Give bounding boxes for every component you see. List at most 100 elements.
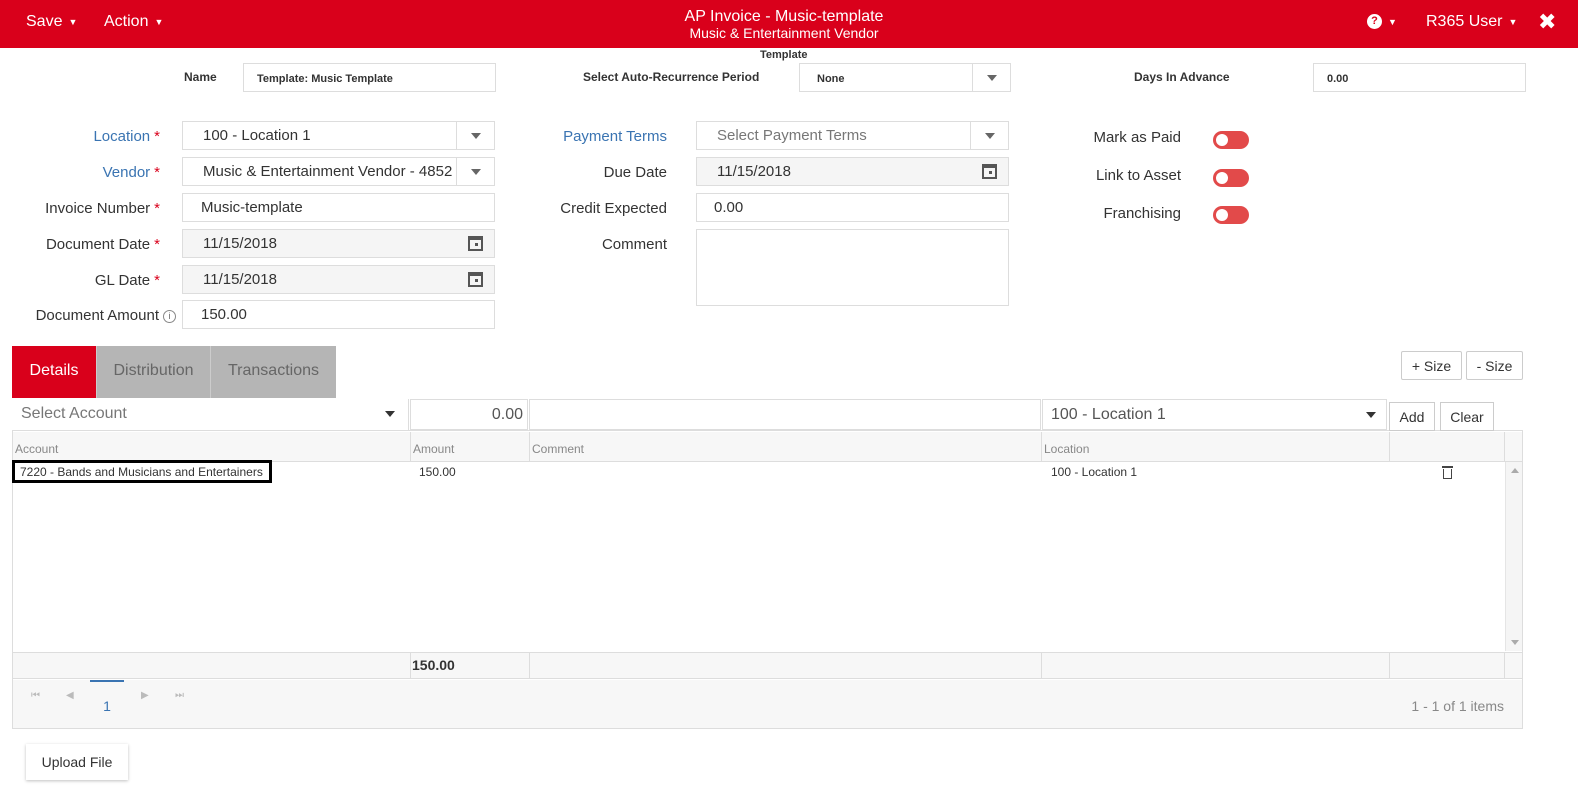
chevron-down-icon[interactable] — [972, 64, 1010, 91]
mark-as-paid-label: Mark as Paid — [1093, 129, 1181, 146]
column-header-account[interactable]: Account — [15, 442, 58, 456]
payment-terms-select[interactable]: Select Payment Terms — [696, 121, 1009, 150]
size-increase-button[interactable]: + Size — [1401, 351, 1462, 380]
page-title-sub: Music & Entertainment Vendor — [689, 25, 879, 41]
document-date-input[interactable]: 11/15/2018 — [182, 229, 495, 258]
grid-total-row: 150.00 — [13, 652, 1522, 679]
template-name-label: Name — [184, 70, 217, 84]
last-page-icon[interactable]: ⏭ — [175, 690, 184, 701]
required-mark: * — [154, 272, 160, 289]
column-divider — [410, 432, 411, 462]
required-mark: * — [154, 236, 160, 253]
column-header-location[interactable]: Location — [1044, 442, 1089, 456]
chevron-down-icon[interactable] — [456, 122, 494, 149]
chevron-down-icon[interactable] — [385, 411, 395, 417]
chevron-down-icon[interactable] — [1366, 412, 1376, 418]
row-location-cell[interactable]: 100 - Location 1 — [1051, 465, 1137, 479]
franchising-toggle[interactable] — [1213, 206, 1249, 224]
info-icon[interactable]: i — [163, 309, 176, 323]
calendar-icon[interactable] — [982, 164, 997, 179]
grid-scrollbar[interactable] — [1505, 462, 1522, 651]
column-divider — [410, 653, 411, 678]
column-header-comment[interactable]: Comment — [532, 442, 584, 456]
recurrence-select[interactable]: None — [799, 63, 1011, 92]
document-date-label: Document Date * — [20, 236, 160, 253]
add-button[interactable]: Add — [1389, 402, 1435, 431]
days-in-advance-input[interactable]: 0.00 — [1313, 63, 1526, 92]
payment-terms-placeholder: Select Payment Terms — [717, 127, 867, 144]
location-label[interactable]: Location * — [60, 128, 160, 145]
document-amount-label-text: Document Amount — [35, 307, 159, 324]
invoice-number-input[interactable]: Music-template — [182, 193, 495, 222]
prev-page-icon[interactable]: ◀ — [66, 690, 74, 701]
link-to-asset-toggle[interactable] — [1213, 169, 1249, 187]
recurrence-label: Select Auto-Recurrence Period — [583, 70, 760, 84]
close-icon[interactable]: ✖ — [1538, 9, 1556, 35]
help-menu-button[interactable]: ? ▼ — [1367, 13, 1397, 31]
chevron-down-icon: ▼ — [1388, 16, 1397, 27]
column-divider — [1504, 432, 1505, 462]
top-bar: Save ▼ Action ▼ AP Invoice - Music-templat… — [0, 0, 1578, 48]
mark-as-paid-toggle[interactable] — [1213, 131, 1249, 149]
calendar-icon[interactable] — [468, 272, 483, 287]
comment-label: Comment — [601, 236, 667, 253]
location-label-text: Location — [93, 128, 151, 145]
row-account-cell[interactable]: 7220 - Bands and Musicians and Entertain… — [12, 460, 272, 483]
franchising-label: Franchising — [1103, 205, 1181, 222]
first-page-icon[interactable]: ⏮ — [31, 690, 40, 701]
comment-entry-input[interactable] — [529, 399, 1041, 430]
column-divider — [1041, 653, 1042, 678]
amount-entry-input[interactable]: 0.00 — [410, 399, 528, 430]
row-amount-cell[interactable]: 150.00 — [419, 465, 456, 479]
due-date-label: Due Date — [603, 164, 667, 181]
tab-distribution[interactable]: Distribution — [96, 346, 210, 398]
vendor-select[interactable]: Music & Entertainment Vendor - 4852 — [182, 157, 495, 186]
gl-date-input[interactable]: 11/15/2018 — [182, 265, 495, 294]
tab-details[interactable]: Details — [12, 346, 96, 398]
upload-file-button[interactable]: Upload File — [26, 744, 128, 780]
recurrence-value: None — [817, 73, 845, 85]
comment-textarea[interactable] — [696, 229, 1009, 306]
scroll-down-arrow[interactable] — [1511, 640, 1519, 645]
document-amount-input[interactable]: 150.00 — [182, 300, 495, 329]
trash-icon[interactable] — [1442, 466, 1453, 479]
next-page-icon[interactable]: ▶ — [141, 690, 149, 701]
gl-date-value: 11/15/2018 — [203, 271, 277, 288]
total-amount: 150.00 — [412, 657, 455, 673]
vendor-label-text: Vendor — [102, 164, 151, 181]
document-date-value: 11/15/2018 — [203, 235, 277, 252]
location-entry-value: 100 - Location 1 — [1051, 406, 1166, 423]
column-header-amount[interactable]: Amount — [413, 442, 454, 456]
document-amount-label: Document Amount i — [20, 307, 176, 324]
account-placeholder: Select Account — [21, 405, 127, 422]
chevron-down-icon[interactable] — [970, 122, 1008, 149]
page-number-current[interactable]: 1 — [90, 680, 124, 714]
grid-header-row: Account Amount Comment Location — [13, 432, 1522, 462]
due-date-value: 11/15/2018 — [717, 163, 791, 180]
vendor-label[interactable]: Vendor * — [60, 164, 160, 181]
gl-date-label-text: GL Date — [94, 272, 151, 289]
location-value: 100 - Location 1 — [203, 127, 311, 144]
size-decrease-button[interactable]: - Size — [1466, 351, 1523, 380]
template-name-input[interactable]: Template: Music Template — [243, 63, 496, 92]
user-menu-label: R365 User — [1426, 13, 1503, 30]
location-select[interactable]: 100 - Location 1 — [182, 121, 495, 150]
user-menu-button[interactable]: R365 User ▼ — [1426, 13, 1517, 31]
account-select[interactable]: Select Account — [12, 399, 409, 430]
invoice-number-label-text: Invoice Number — [45, 200, 151, 217]
tab-transactions[interactable]: Transactions — [210, 346, 336, 398]
clear-button[interactable]: Clear — [1440, 402, 1494, 431]
column-divider — [529, 432, 530, 462]
pager-info: 1 - 1 of 1 items — [1411, 698, 1504, 714]
scroll-up-arrow[interactable] — [1511, 468, 1519, 473]
page-title-main: AP Invoice - Music-template — [684, 8, 884, 25]
column-divider — [1389, 653, 1390, 678]
chevron-down-icon[interactable] — [456, 158, 494, 185]
payment-terms-label[interactable]: Payment Terms — [520, 128, 667, 145]
help-icon: ? — [1367, 14, 1382, 30]
credit-expected-input[interactable]: 0.00 — [696, 193, 1009, 222]
due-date-input[interactable]: 11/15/2018 — [696, 157, 1009, 186]
required-mark: * — [154, 200, 160, 217]
location-entry-select[interactable]: 100 - Location 1 — [1042, 399, 1387, 430]
calendar-icon[interactable] — [468, 236, 483, 251]
